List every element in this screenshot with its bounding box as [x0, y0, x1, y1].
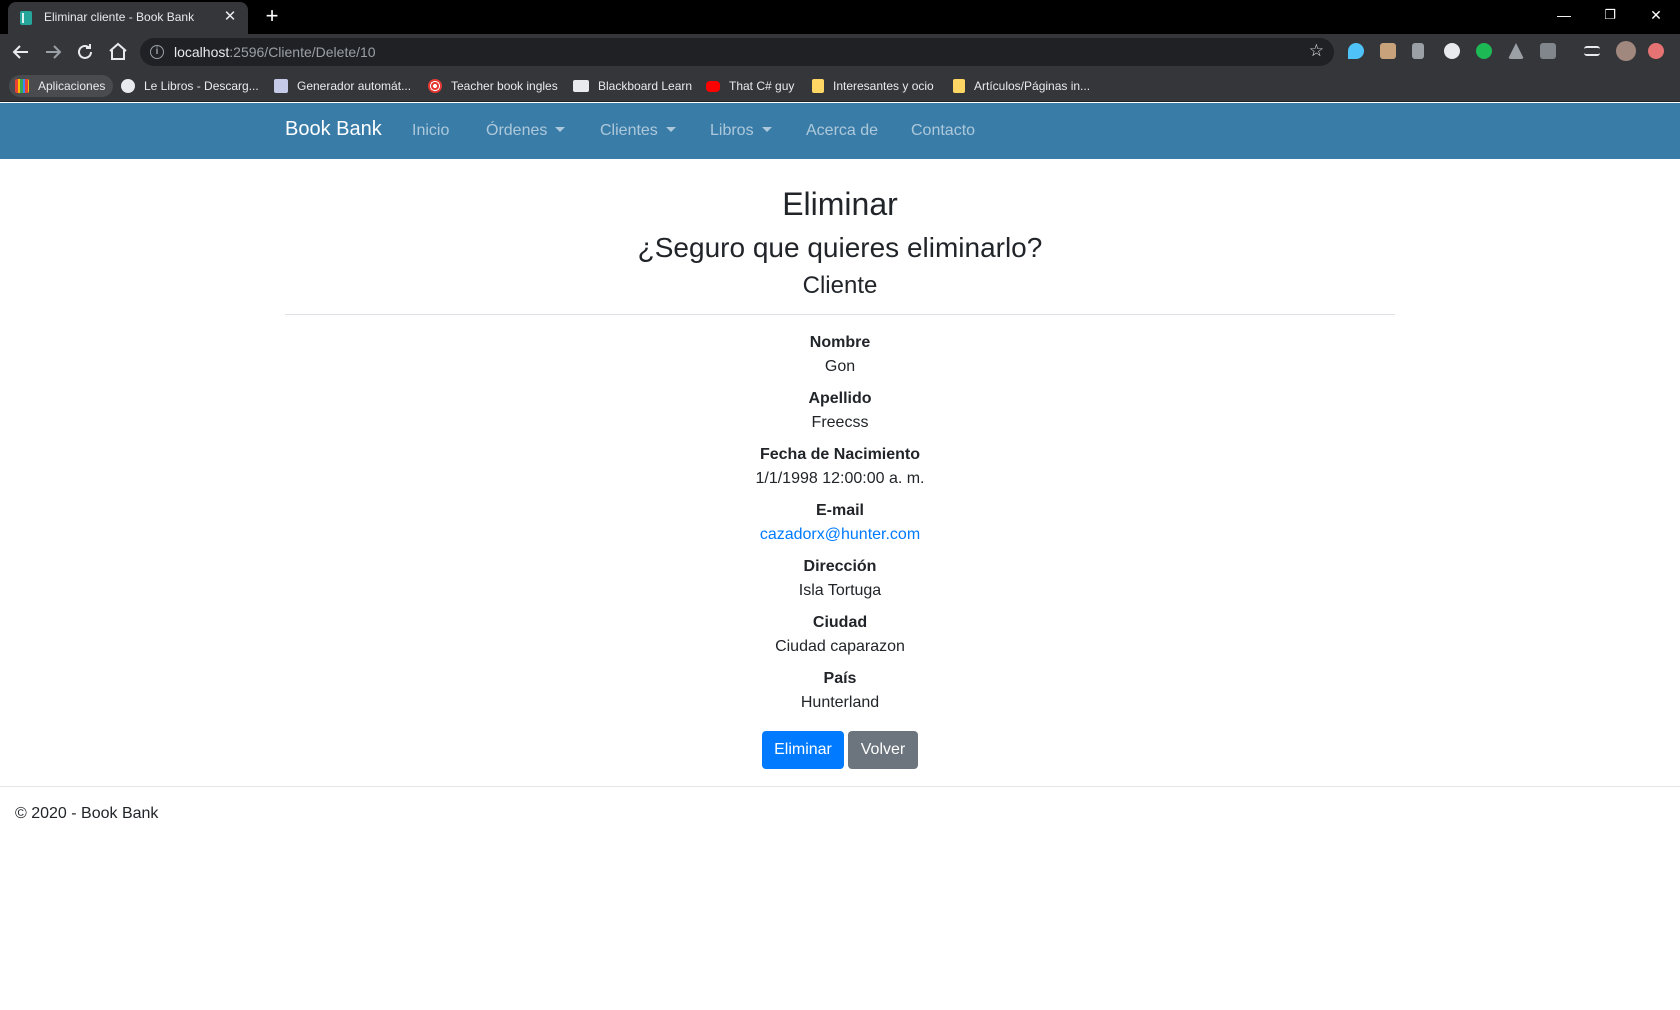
- bookmark-label: Le Libros - Descarg...: [144, 79, 259, 93]
- footer-divider: [0, 786, 1680, 787]
- field-value-pais: Hunterland: [800, 694, 880, 711]
- address-bar[interactable]: i localhost:2596/Cliente/Delete/10 ☆: [140, 38, 1334, 66]
- site-info-icon[interactable]: i: [150, 45, 164, 59]
- nav-link-inicio[interactable]: Inicio: [412, 122, 449, 140]
- bookmark-label: Aplicaciones: [38, 79, 106, 93]
- browser-tab-active[interactable]: Eliminar cliente - Book Bank ✕: [8, 2, 248, 34]
- bookmark-label: That C# guy: [729, 79, 795, 93]
- back-arrow-icon[interactable]: [9, 40, 33, 64]
- extension-speaker-icon[interactable]: [1412, 43, 1424, 59]
- minimize-button[interactable]: —: [1541, 0, 1587, 30]
- folder-icon: [953, 79, 965, 93]
- target-icon: [428, 79, 442, 93]
- brand-link[interactable]: Book Bank: [285, 118, 382, 141]
- bookmark-generador[interactable]: Generador automát...: [274, 75, 411, 97]
- bookmark-label: Artículos/Páginas in...: [974, 79, 1091, 93]
- nav-link-label: Clientes: [600, 122, 658, 139]
- caret-down-icon: [665, 127, 676, 132]
- url-path: :2596/Cliente/Delete/10: [229, 44, 376, 60]
- field-value-fecha-nacimiento: 1/1/1998 12:00:00 a. m.: [755, 470, 925, 487]
- delete-confirmation-question: ¿Seguro que quieres eliminarlo?: [637, 232, 1043, 263]
- extension-green-icon[interactable]: [1476, 43, 1492, 59]
- tab-title: Eliminar cliente - Book Bank: [44, 10, 195, 24]
- caret-down-icon: [761, 127, 772, 132]
- bookmark-that-csharp-guy[interactable]: That C# guy: [706, 75, 794, 97]
- document-icon: [274, 79, 288, 93]
- field-label-direccion: Dirección: [803, 558, 877, 575]
- bookmark-label: Interesantes y ocio: [833, 79, 934, 93]
- divider: [285, 314, 1395, 315]
- profile-avatar-icon[interactable]: [1616, 41, 1636, 61]
- forward-arrow-icon[interactable]: [41, 40, 65, 64]
- field-label-apellido: Apellido: [808, 390, 872, 407]
- nav-link-contacto[interactable]: Contacto: [911, 122, 975, 140]
- tab-close-icon[interactable]: ✕: [220, 7, 240, 27]
- caret-down-icon: [555, 127, 566, 132]
- bookmark-teacher-book[interactable]: Teacher book ingles: [428, 75, 558, 97]
- close-window-button[interactable]: ✕: [1633, 0, 1679, 30]
- reload-icon[interactable]: [73, 40, 97, 64]
- restore-button[interactable]: ❐: [1587, 0, 1633, 30]
- bookmark-label: Blackboard Learn: [598, 79, 693, 93]
- home-icon[interactable]: [106, 40, 130, 64]
- nav-dropdown-clientes[interactable]: Clientes: [600, 122, 676, 140]
- extension-drive-icon[interactable]: [1508, 43, 1524, 59]
- entity-heading: Cliente: [802, 272, 878, 299]
- bookmark-articulos[interactable]: Artículos/Páginas in...: [953, 75, 1090, 97]
- book-favicon-icon: [20, 11, 32, 25]
- site-navbar: Book Bank Inicio Órdenes Clientes Libros…: [0, 103, 1680, 159]
- field-label-email: E-mail: [815, 502, 864, 519]
- footer-copyright: © 2020 - Book Bank: [15, 805, 159, 822]
- media-queue-icon[interactable]: [1584, 46, 1600, 56]
- browser-toolbar: i localhost:2596/Cliente/Delete/10 ☆: [0, 34, 1680, 70]
- url-host: localhost: [174, 44, 230, 60]
- field-label-nombre: Nombre: [809, 334, 871, 351]
- extension-puzzle-icon[interactable]: [1540, 43, 1556, 59]
- field-value-ciudad: Ciudad caparazon: [775, 638, 905, 655]
- update-alert-icon[interactable]: [1648, 43, 1664, 59]
- field-value-apellido: Freecss: [811, 414, 869, 431]
- apps-grid-icon: [15, 79, 29, 93]
- bookmark-label: Generador automát...: [297, 79, 412, 93]
- page-title: Eliminar: [782, 186, 898, 222]
- field-value-email: cazadorx@hunter.com: [0, 526, 1680, 544]
- bookmark-interesantes[interactable]: Interesantes y ocio: [812, 75, 934, 97]
- nav-link-label: Órdenes: [486, 122, 548, 139]
- email-link[interactable]: cazadorx@hunter.com: [760, 526, 920, 543]
- globe-icon: [121, 79, 135, 93]
- delete-button[interactable]: Eliminar: [762, 731, 844, 769]
- bookmark-star-icon[interactable]: ☆: [1309, 41, 1324, 61]
- folder-icon: [812, 79, 824, 93]
- field-value-direccion: Isla Tortuga: [798, 582, 882, 599]
- extension-box-icon[interactable]: [1380, 43, 1396, 59]
- youtube-icon: [706, 80, 720, 92]
- field-value-nombre: Gon: [824, 358, 856, 375]
- bookmark-le-libros[interactable]: Le Libros - Descarg...: [121, 75, 259, 97]
- field-label-fecha-nacimiento: Fecha de Nacimiento: [759, 446, 921, 463]
- bookmark-apps[interactable]: Aplicaciones: [9, 75, 114, 97]
- field-label-ciudad: Ciudad: [812, 614, 868, 631]
- nav-dropdown-libros[interactable]: Libros: [710, 122, 772, 140]
- nav-link-label: Libros: [710, 122, 754, 139]
- field-label-pais: País: [823, 670, 857, 687]
- bookmark-label: Teacher book ingles: [451, 79, 558, 93]
- back-button[interactable]: Volver: [848, 731, 918, 769]
- extension-diamond-icon[interactable]: [1348, 43, 1364, 59]
- nav-dropdown-ordenes[interactable]: Órdenes: [486, 122, 566, 140]
- blackboard-icon: [573, 80, 589, 92]
- nav-link-acerca[interactable]: Acerca de: [806, 122, 878, 140]
- browser-tab-strip: Eliminar cliente - Book Bank ✕ + — ❐ ✕: [0, 0, 1680, 34]
- new-tab-button[interactable]: +: [260, 5, 284, 29]
- bookmarks-bar: Aplicaciones Le Libros - Descarg... Gene…: [0, 70, 1680, 102]
- bookmark-blackboard[interactable]: Blackboard Learn: [573, 75, 692, 97]
- extension-chat-icon[interactable]: [1444, 43, 1460, 59]
